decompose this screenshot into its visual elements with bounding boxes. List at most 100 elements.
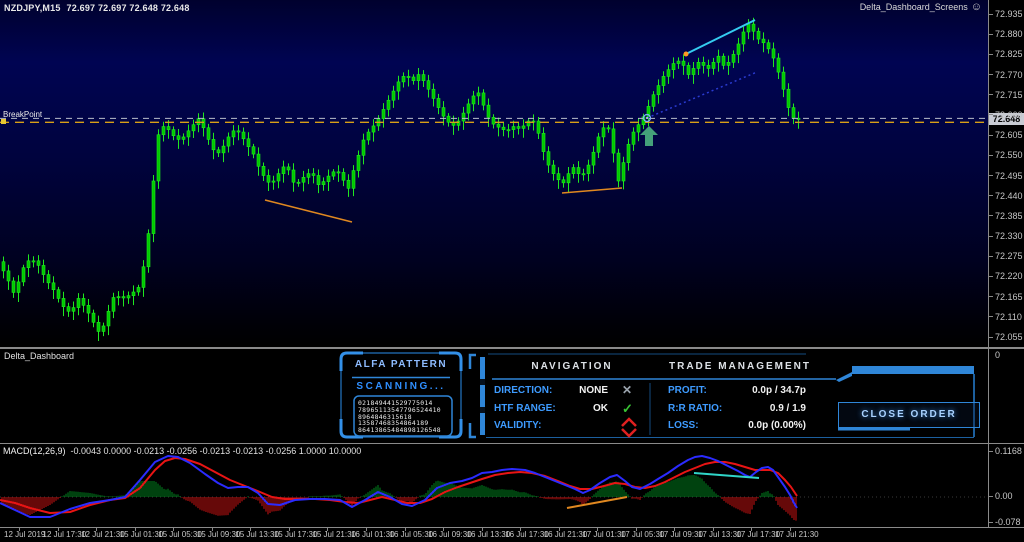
price-tick xyxy=(989,74,993,75)
price-tick xyxy=(989,276,993,277)
price-tick xyxy=(989,14,993,15)
subwindow-title: Delta_Dashboard xyxy=(4,351,75,361)
time-axis-label: 17 Jul 13:30 xyxy=(697,530,742,539)
alfa-pattern-status: SCANNING... xyxy=(356,381,446,392)
price-axis-label: 72.110 xyxy=(995,311,1022,322)
check-icon: ✓ xyxy=(622,400,633,416)
mt4-chart-window: NZDJPY,M15 72.697 72.697 72.648 72.648 De… xyxy=(0,0,1024,542)
time-axis-label: 16 Jul 05:30 xyxy=(389,530,434,539)
time-axis-label: 15 Jul 17:30 xyxy=(273,530,318,539)
price-axis-label: 72.055 xyxy=(995,332,1023,342)
time-axis-label: 12 Jul 2019 xyxy=(4,530,46,539)
time-axis-label: 16 Jul 09:30 xyxy=(428,530,472,539)
price-tick xyxy=(989,316,993,317)
price-tick xyxy=(989,54,993,55)
nav-row-value: NONE xyxy=(579,385,608,396)
price-axis-label: 72.220 xyxy=(995,271,1023,282)
breakpoint-label: BreakPoint xyxy=(3,110,43,119)
time-axis-label: 15 Jul 01:30 xyxy=(119,530,164,539)
time-axis-label: 15 Jul 21:30 xyxy=(312,530,356,539)
macd-axis-label: 0.00 xyxy=(995,491,1013,501)
time-axis-label: 17 Jul 17:30 xyxy=(736,530,781,539)
time-axis-label: 16 Jul 13:30 xyxy=(466,530,511,539)
price-tick xyxy=(989,155,993,156)
alfa-pattern-digits: 021849441529775014 78965113547796524410 89… xyxy=(358,400,450,434)
price-axis[interactable]: 72.648 72.935 72.880 72.825 72.770 72.715 72.… xyxy=(989,0,1024,528)
main-chart-area[interactable]: NZDJPY,M15 72.697 72.697 72.648 72.648 De… xyxy=(0,0,988,347)
indicator-badge: Delta_Dashboard_Screens ☺ xyxy=(859,1,982,13)
time-axis-label: 16 Jul 01:30 xyxy=(350,530,395,539)
price-tick xyxy=(989,236,993,237)
price-tick xyxy=(989,34,993,35)
macd-tick xyxy=(989,451,993,452)
price-axis-label: 72.550 xyxy=(995,150,1023,161)
price-tick xyxy=(989,135,993,136)
macd-axis-label: -0.078 xyxy=(995,517,1021,527)
macd-tick xyxy=(989,496,993,497)
price-axis-label: 72.880 xyxy=(995,29,1023,40)
trade-row-value: 0.0p / 34.7p xyxy=(752,385,806,396)
symbol-label: NZDJPY,M15 xyxy=(4,3,61,13)
ohlc-quotes: 72.697 72.697 72.648 72.648 xyxy=(66,3,190,13)
macd-subwindow[interactable]: MACD(12,26,9) -0.0043 0.0000 -0.0213 -0.0… xyxy=(0,444,988,527)
price-tick xyxy=(989,195,993,196)
trade-row-value: 0.0p (0.00%) xyxy=(748,420,806,431)
time-axis-label: 15 Jul 05:30 xyxy=(158,530,202,539)
time-axis-label: 17 Jul 01:30 xyxy=(582,530,626,539)
price-axis-label: 72.385 xyxy=(995,210,1023,221)
alfa-pattern-title: ALFA PATTERN xyxy=(354,359,448,370)
price-axis-label: 72.935 xyxy=(995,9,1023,19)
delta-dashboard-subwindow: Delta_Dashboard ALFA PATTERN SCANNING...… xyxy=(0,349,988,443)
trade-row-label: PROFIT: xyxy=(668,385,707,396)
time-axis-label: 12 Jul 17:30 xyxy=(42,530,87,539)
smiley-icon: ☺ xyxy=(970,1,982,13)
time-axis-label: 17 Jul 09:30 xyxy=(659,530,703,539)
nav-row-label: VALIDITY: xyxy=(494,420,542,431)
macd-tick xyxy=(989,522,993,523)
digit-row: 86413865484898126548 xyxy=(358,426,441,435)
macd-title: MACD(12,26,9) xyxy=(3,446,66,456)
trade-row-label: LOSS: xyxy=(668,420,699,431)
time-axis-label: 12 Jul 21:30 xyxy=(81,530,125,539)
macd-values: -0.0043 0.0000 -0.0213 -0.0256 -0.0213 -… xyxy=(70,446,362,456)
chevrons-icon xyxy=(620,417,638,444)
price-axis-label: 72.440 xyxy=(995,190,1023,201)
close-order-button[interactable]: CLOSE ORDER xyxy=(838,402,980,428)
cross-icon: ✕ xyxy=(622,383,633,397)
price-axis-label: 72.605 xyxy=(995,130,1023,141)
price-axis-label: 72.715 xyxy=(995,89,1023,100)
macd-axis-label: 0.1168 xyxy=(995,446,1022,456)
trade-management-header: TRADE MANAGEMENT xyxy=(669,361,811,372)
price-tick xyxy=(989,256,993,257)
price-axis-label: 72.660 xyxy=(995,109,1023,120)
time-axis-label: 17 Jul 21:30 xyxy=(775,530,819,539)
price-axis-label: 72.330 xyxy=(995,231,1023,242)
symbol-info: NZDJPY,M15 72.697 72.697 72.648 72.648 xyxy=(4,3,190,13)
price-axis-label: 72.770 xyxy=(995,69,1023,80)
time-axis-label: 17 Jul 05:30 xyxy=(620,530,665,539)
time-axis[interactable]: 12 Jul 2019 12 Jul 17:30 12 Jul 21:30 15 Ju… xyxy=(0,528,1024,542)
price-tick xyxy=(989,337,993,338)
price-tick xyxy=(989,215,993,216)
price-axis-label: 72.275 xyxy=(995,251,1023,262)
dashboard-axis-zero: 0 xyxy=(995,350,1001,360)
navigation-header: NAVIGATION xyxy=(531,361,613,372)
candlestick-chart-canvas[interactable] xyxy=(0,0,988,347)
trade-row-value: 0.9 / 1.9 xyxy=(769,402,806,414)
macd-indicator-label: MACD(12,26,9) -0.0043 0.0000 -0.0213 -0.0… xyxy=(3,446,361,456)
macd-chart-canvas[interactable] xyxy=(0,444,988,527)
price-axis-label: 72.495 xyxy=(995,170,1023,181)
nav-row-value: OK xyxy=(593,402,608,414)
axis-separator-line xyxy=(988,0,989,528)
price-tick xyxy=(989,175,993,176)
price-tick xyxy=(989,94,993,95)
price-axis-label: 72.825 xyxy=(995,49,1023,60)
time-axis-label: 16 Jul 21:30 xyxy=(543,530,588,539)
time-axis-label: 16 Jul 17:30 xyxy=(505,530,549,539)
price-tick xyxy=(989,296,993,297)
time-axis-label: 15 Jul 13:30 xyxy=(235,530,279,539)
price-tick xyxy=(989,114,993,115)
price-axis-label: 72.165 xyxy=(995,291,1023,302)
time-axis-label: 15 Jul 09:30 xyxy=(196,530,241,539)
indicator-badge-label: Delta_Dashboard_Screens xyxy=(859,2,968,12)
